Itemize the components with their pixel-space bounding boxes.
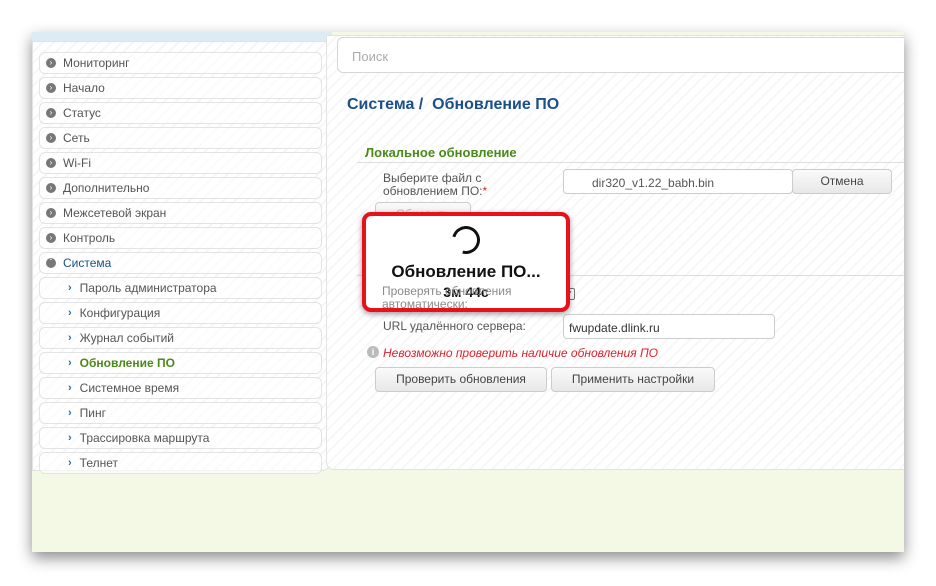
sidebar-item-label: Контроль: [63, 231, 116, 245]
top-strip: [32, 32, 332, 41]
sidebar-subitem-event-log[interactable]: › Журнал событий: [39, 327, 322, 349]
sidebar-item-network[interactable]: › Сеть: [39, 127, 322, 149]
sidebar-item-label: Мониторинг: [63, 56, 130, 70]
sidebar-item-monitoring[interactable]: › Мониторинг: [39, 52, 322, 74]
breadcrumb-parent[interactable]: Система /: [347, 96, 423, 113]
apply-settings-button[interactable]: Применить настройки: [551, 367, 715, 392]
chevron-right-icon: ›: [68, 407, 72, 419]
sidebar-subitem-configuration[interactable]: › Конфигурация: [39, 302, 322, 324]
sidebar-subitem-firmware-update[interactable]: › Обновление ПО: [39, 352, 322, 374]
sidebar-subitem-ping[interactable]: › Пинг: [39, 402, 322, 424]
chevron-right-icon: ›: [46, 183, 56, 193]
page-title: Обновление ПО: [432, 96, 560, 113]
check-updates-button[interactable]: Проверить обновления: [375, 367, 547, 392]
url-input[interactable]: fwupdate.dlink.ru: [563, 314, 775, 339]
chevron-right-icon: ›: [68, 382, 72, 394]
spinner-icon: [446, 220, 486, 260]
chevron-right-icon: ›: [46, 208, 56, 218]
chevron-right-icon: ›: [68, 307, 72, 319]
chevron-down-icon: ˇ: [46, 258, 56, 268]
sidebar-item-label: Сеть: [63, 131, 90, 145]
sidebar-item-label: Конфигурация: [79, 306, 161, 320]
auto-check-label: Проверять обновления автоматически:: [382, 284, 512, 311]
chevron-right-icon: ›: [68, 282, 72, 294]
url-label: URL удалённого сервера:: [383, 319, 526, 333]
chevron-right-icon: ›: [46, 133, 56, 143]
chevron-right-icon: ›: [46, 108, 56, 118]
sidebar-item-label: Статус: [63, 106, 101, 120]
search-input[interactable]: Поиск: [337, 37, 904, 73]
sidebar-item-label: Телнет: [79, 456, 119, 470]
sidebar-item-label: Начало: [63, 81, 105, 95]
local-update-heading: Локальное обновление: [357, 145, 904, 163]
sidebar-item-label: Системное время: [79, 381, 180, 395]
chevron-right-icon: ›: [46, 233, 56, 243]
sidebar-item-label: Wi-Fi: [63, 156, 91, 170]
sidebar-subitem-admin-password[interactable]: › Пароль администратора: [39, 277, 322, 299]
sidebar-item-firewall[interactable]: › Межсетевой экран: [39, 202, 322, 224]
sidebar-subitem-telnet[interactable]: › Телнет: [39, 452, 322, 474]
sidebar-item-advanced[interactable]: › Дополнительно: [39, 177, 322, 199]
file-name-field[interactable]: dir320_v1.22_babh.bin: [563, 169, 793, 194]
sidebar-item-label: Журнал событий: [79, 331, 175, 345]
chevron-right-icon: ›: [68, 457, 72, 469]
sidebar-item-system[interactable]: ˇ Система: [39, 252, 322, 274]
chevron-right-icon: ›: [46, 58, 56, 68]
chevron-right-icon: ›: [68, 432, 72, 444]
chevron-right-icon: ›: [46, 158, 56, 168]
sidebar-item-label: Система: [63, 256, 112, 270]
info-icon: i: [367, 346, 379, 358]
chevron-right-icon: ›: [68, 357, 72, 369]
sidebar-item-label: Трассировка маршрута: [79, 431, 210, 445]
sidebar-item-status[interactable]: › Статус: [39, 102, 322, 124]
cancel-button[interactable]: Отмена: [792, 169, 892, 194]
sidebar-item-label: Обновление ПО: [79, 356, 175, 370]
sidebar-item-label: Пароль администратора: [79, 281, 217, 295]
sidebar-item-start[interactable]: › Начало: [39, 77, 322, 99]
chevron-right-icon: ›: [68, 332, 72, 344]
error-message: Невозможно проверить наличие обновления …: [383, 346, 658, 360]
sidebar-item-label: Пинг: [79, 406, 107, 420]
sidebar-item-control[interactable]: › Контроль: [39, 227, 322, 249]
chevron-right-icon: ›: [46, 83, 56, 93]
progress-title: Обновление ПО...: [391, 262, 541, 281]
sidebar-subitem-traceroute[interactable]: › Трассировка маршрута: [39, 427, 322, 449]
sidebar: › Мониторинг › Начало › Статус › Сеть › Wi-Fi…: [32, 41, 330, 474]
sidebar-item-label: Дополнительно: [63, 181, 150, 195]
sidebar-subitem-system-time[interactable]: › Системное время: [39, 377, 322, 399]
sidebar-item-label: Межсетевой экран: [63, 206, 167, 220]
breadcrumb: Система / Обновление ПО: [347, 96, 559, 114]
file-label: Выберите файл с обновлением ПО:*: [383, 171, 488, 198]
sidebar-item-wifi[interactable]: › Wi-Fi: [39, 152, 322, 174]
